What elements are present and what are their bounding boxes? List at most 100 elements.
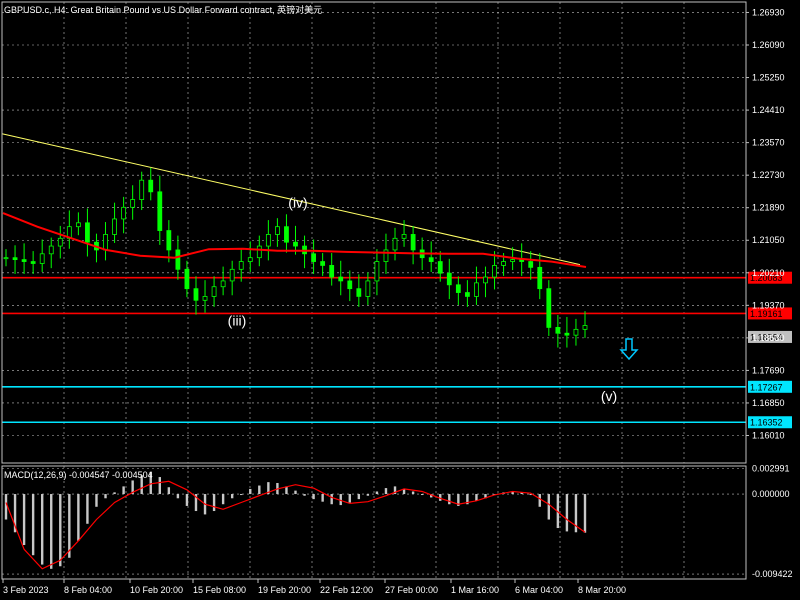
- candle-body: [21, 259, 27, 262]
- candle-body: [428, 257, 434, 262]
- candle-body: [338, 276, 344, 282]
- down-arrow-icon: [619, 338, 639, 361]
- y-tick-label: 1.20210: [752, 268, 785, 278]
- candle-body: [320, 261, 326, 266]
- macd-bar: [68, 494, 71, 558]
- candle-body: [48, 245, 54, 255]
- macd-bar: [40, 494, 44, 565]
- macd-bar: [321, 494, 324, 502]
- candle-body: [492, 265, 497, 278]
- macd-bar: [95, 494, 98, 507]
- y-tick-label: 1.26090: [752, 40, 785, 50]
- macd-bar: [420, 494, 424, 496]
- candle-body: [211, 286, 217, 297]
- macd-bar: [212, 494, 216, 512]
- macd-bar: [538, 494, 541, 507]
- x-tick-label: 22 Feb 12:00: [320, 585, 373, 595]
- candle-body: [85, 222, 90, 243]
- candle-body: [175, 249, 181, 270]
- y-tick-label: 1.23570: [752, 138, 785, 148]
- macd-bar: [303, 494, 306, 496]
- candle-body: [464, 292, 470, 297]
- y-tick-label: 1.26930: [752, 7, 785, 17]
- y-tick-label: 1.17690: [752, 365, 785, 375]
- candle-body: [474, 282, 479, 297]
- axes-layer: 1.26930 1.26090 1.25250 1.24410 1.23570 1.227…: [1, 1, 793, 595]
- level-price-label: 1.19161: [750, 309, 783, 319]
- candle-body: [374, 261, 380, 282]
- macd-bar: [167, 487, 171, 495]
- candle-body: [265, 234, 271, 247]
- candle-body: [437, 261, 443, 274]
- candle-body: [501, 261, 506, 266]
- y-tick-label: 1.16850: [752, 398, 785, 408]
- macd-bar: [50, 494, 53, 569]
- candle-body: [555, 327, 561, 334]
- candle-body: [483, 276, 488, 284]
- candle-body: [573, 328, 579, 336]
- candle-body: [356, 288, 362, 297]
- chart-canvas[interactable]: 1.200831.191611.172671.163521.18554 (iv)…: [0, 0, 800, 600]
- macd-bar: [221, 494, 225, 505]
- macd-bar: [176, 494, 180, 499]
- candle-body: [130, 199, 136, 208]
- macd-bar: [185, 494, 189, 506]
- horizontal-levels: 1.200831.191611.172671.163521.18554: [2, 271, 792, 429]
- candle-body: [193, 288, 199, 301]
- macd-bar: [230, 494, 234, 499]
- macd-bar: [31, 494, 35, 556]
- candle-body: [3, 257, 9, 260]
- candle-body: [121, 206, 127, 220]
- macd-bar: [384, 488, 388, 495]
- macd-bar: [448, 494, 451, 505]
- macd-bar: [330, 494, 333, 505]
- y-tick-label: 1.19370: [752, 300, 785, 310]
- macd-bar: [348, 494, 351, 503]
- candle-body: [157, 191, 163, 231]
- down-arrow-shape: [619, 338, 639, 361]
- macd-bar: [104, 494, 107, 499]
- candle-body: [166, 230, 172, 251]
- x-tick-label: 1 Mar 16:00: [451, 585, 499, 595]
- x-tick-label: 8 Feb 04:00: [64, 585, 112, 595]
- candle-body: [275, 226, 280, 235]
- candle-body: [564, 332, 570, 336]
- macd-bar: [22, 494, 26, 546]
- candle-body: [365, 280, 371, 297]
- candle-body: [12, 257, 18, 261]
- y-tick-label: 1.21890: [752, 203, 785, 213]
- wave-label: (iv): [288, 194, 307, 210]
- candle-body: [528, 261, 534, 268]
- candle-body: [247, 257, 253, 262]
- chart-title: GBPUSD.c, H4: Great Britain Pound vs US …: [4, 5, 323, 15]
- candle-body: [229, 268, 235, 282]
- candle-body: [455, 284, 461, 293]
- macd-bar: [294, 490, 297, 495]
- macd-bar: [122, 486, 125, 495]
- y-tick-label: 1.24410: [752, 105, 785, 115]
- candle-body: [284, 226, 289, 243]
- candle-body: [184, 268, 190, 290]
- macd-bar: [411, 491, 415, 495]
- macd-bar: [357, 494, 361, 500]
- candle-body: [347, 280, 353, 290]
- macd-bar: [86, 494, 89, 524]
- candle-body: [311, 253, 316, 262]
- x-tick-label: 15 Feb 08:00: [193, 585, 246, 595]
- x-tick-label: 19 Feb 20:00: [258, 585, 311, 595]
- candle-body: [57, 237, 63, 247]
- level-price-label: 1.16352: [750, 418, 783, 428]
- y-tick-label: 1.25250: [752, 73, 785, 83]
- macd-bar: [77, 494, 80, 541]
- macd-bar: [240, 494, 243, 496]
- x-tick-label: 3 Feb 2023: [3, 585, 49, 595]
- candle-body: [202, 296, 208, 301]
- macd-bar: [565, 494, 569, 532]
- candle-body: [510, 259, 516, 262]
- macd-tick-label: -0.009422: [752, 569, 793, 579]
- wave-label: (iii): [228, 313, 247, 329]
- x-tick-label: 10 Feb 20:00: [130, 585, 183, 595]
- macd-tick-label: 0.002991: [752, 464, 790, 474]
- candle-body: [75, 222, 81, 228]
- macd-bar: [258, 485, 261, 495]
